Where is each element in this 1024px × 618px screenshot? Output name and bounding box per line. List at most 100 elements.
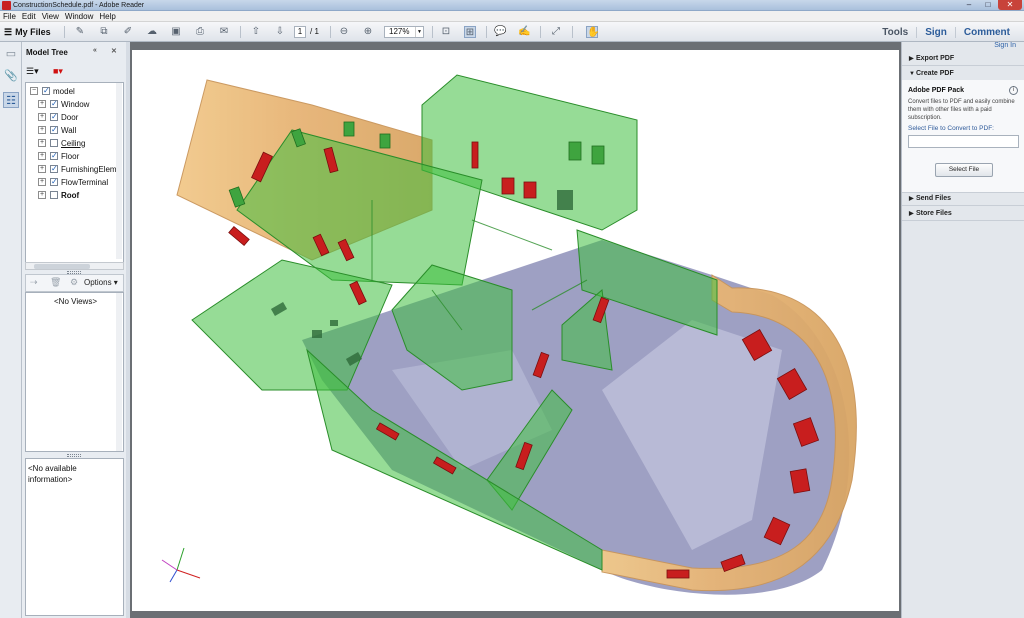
model-tree-icon[interactable]: ☷: [3, 92, 19, 108]
zoom-out-icon[interactable]: ⊖: [338, 26, 350, 38]
checkbox-roof[interactable]: [50, 191, 58, 199]
window: [379, 133, 391, 149]
window: [228, 225, 250, 247]
highlight-icon[interactable]: ✍: [518, 26, 530, 38]
color-picker-icon[interactable]: ■▾: [53, 66, 63, 77]
checkbox-model[interactable]: ✓: [42, 87, 50, 95]
create-pdf-icon[interactable]: ✎: [74, 26, 86, 38]
send-files-section[interactable]: ▶ Send Files: [902, 192, 1024, 206]
cloud-icon[interactable]: ☁: [146, 26, 158, 38]
views-vertical-scrollbar[interactable]: [116, 293, 122, 451]
card-title: Adobe PDF Pack: [908, 87, 965, 94]
maximize-icon[interactable]: □: [979, 0, 997, 10]
close-icon[interactable]: ✕: [998, 0, 1022, 10]
sign-in-link[interactable]: Sign In: [994, 42, 1016, 49]
model-tree-header: Model Tree « ✕: [23, 42, 126, 62]
store-files-section[interactable]: ▶ Store Files: [902, 207, 1024, 221]
comment-icon[interactable]: 💬: [494, 26, 506, 38]
pane-resize-grip[interactable]: [67, 454, 81, 457]
pdf-pack-card: Adobe PDF Pack i Convert files to PDF an…: [902, 80, 1024, 193]
print-icon[interactable]: ⎙: [194, 26, 206, 38]
tree-item-window[interactable]: + ✓ Window: [38, 98, 89, 110]
menu-view[interactable]: View: [42, 11, 59, 21]
window-title: ConstructionSchedule.pdf - Adobe Reader: [13, 2, 145, 9]
checkbox-ceiling[interactable]: [50, 139, 58, 147]
select-file-button[interactable]: Select File: [935, 163, 993, 177]
tree-item-wall[interactable]: + ✓ Wall: [38, 124, 76, 136]
tree-item-flowterminal[interactable]: + ✓ FlowTerminal: [38, 176, 108, 188]
file-field[interactable]: [908, 135, 1019, 148]
window: [591, 145, 605, 165]
create-pdf-section[interactable]: ▼Create PDF: [902, 67, 1024, 81]
expand-icon[interactable]: +: [38, 113, 46, 121]
zoom-select[interactable]: 127% ▼: [384, 26, 424, 38]
delete-view-icon[interactable]: 🗑: [50, 277, 61, 288]
page-number-input[interactable]: 1: [294, 26, 306, 38]
toolbar-separator: [64, 26, 65, 38]
hamburger-icon: ☰: [4, 26, 13, 37]
checkbox-floor[interactable]: ✓: [50, 152, 58, 160]
tools-tab[interactable]: Tools: [874, 27, 916, 38]
attachments-icon[interactable]: 📎: [3, 68, 19, 84]
combine-icon[interactable]: ⧉: [98, 26, 110, 38]
comment-tab[interactable]: Comment: [954, 26, 1018, 38]
add-view-icon[interactable]: ⇢: [30, 277, 38, 288]
minimize-icon[interactable]: –: [960, 0, 978, 10]
chevron-down-icon: ▼: [909, 71, 915, 77]
close-panel-icon[interactable]: ✕: [111, 47, 117, 55]
expand-icon[interactable]: +: [38, 191, 46, 199]
info-icon[interactable]: i: [1009, 86, 1018, 95]
tree-vertical-scrollbar[interactable]: [116, 83, 122, 259]
fit-page-icon[interactable]: ⊡: [440, 26, 452, 38]
menu-file[interactable]: File: [3, 11, 16, 21]
chevron-down-icon[interactable]: ▼: [415, 27, 423, 37]
previous-page-icon[interactable]: ⇧: [250, 26, 262, 38]
next-page-icon[interactable]: ⇩: [274, 26, 286, 38]
checkbox-door[interactable]: ✓: [50, 113, 58, 121]
expand-icon[interactable]: +: [38, 139, 46, 147]
hand-tool-icon[interactable]: ✋: [586, 26, 599, 38]
tree-item-floor[interactable]: + ✓ Floor: [38, 150, 79, 162]
checkbox-wall[interactable]: ✓: [50, 126, 58, 134]
scrollbar-thumb[interactable]: [34, 264, 90, 269]
email-icon[interactable]: ✉: [218, 26, 230, 38]
furnishing: [330, 320, 338, 326]
sign-tab[interactable]: Sign: [916, 26, 955, 38]
checkbox-furnishing[interactable]: ✓: [50, 165, 58, 173]
tree-options-icon[interactable]: ☰▾: [26, 66, 39, 77]
checkbox-window[interactable]: ✓: [50, 100, 58, 108]
expand-icon[interactable]: +: [38, 126, 46, 134]
menu-help[interactable]: Help: [99, 11, 115, 21]
expand-icon[interactable]: +: [38, 178, 46, 186]
tree-item-roof[interactable]: + Roof: [38, 189, 79, 201]
fit-width-icon[interactable]: ⊞: [464, 26, 476, 38]
menu-edit[interactable]: Edit: [22, 11, 36, 21]
collapse-panel-icon[interactable]: «: [93, 47, 97, 54]
collapse-icon[interactable]: −: [30, 87, 38, 95]
3d-building-model[interactable]: [132, 50, 899, 611]
export-pdf-section[interactable]: ▶ Export PDF: [902, 52, 1024, 66]
tree-item-model[interactable]: − ✓ model: [30, 85, 75, 97]
my-files-button[interactable]: ☰ My Files: [4, 25, 51, 39]
no-info-message: <No available information>: [28, 464, 77, 484]
expand-icon[interactable]: ⤢: [550, 26, 562, 38]
view-settings-icon[interactable]: ⚙: [70, 277, 78, 288]
tree-item-label: FurnishingElem: [61, 164, 117, 174]
expand-icon[interactable]: +: [38, 152, 46, 160]
tree-item-furnishing[interactable]: + ✓ FurnishingElem: [38, 163, 117, 175]
save-icon[interactable]: ▣: [170, 26, 182, 38]
menu-bar: File Edit View Window Help: [0, 11, 1024, 22]
model-tree-panel: Model Tree « ✕ ☰▾ ■▾ − ✓ model + ✓ Windo…: [23, 42, 126, 618]
tree-item-label: Door: [61, 112, 79, 122]
edit-icon[interactable]: ✐: [122, 26, 134, 38]
views-options-menu[interactable]: Options ▾: [84, 278, 118, 287]
expand-icon[interactable]: +: [38, 100, 46, 108]
page-thumbnails-icon[interactable]: ▭: [3, 46, 19, 62]
tree-item-door[interactable]: + ✓ Door: [38, 111, 78, 123]
tree-horizontal-scrollbar[interactable]: [25, 262, 124, 270]
expand-icon[interactable]: +: [38, 165, 46, 173]
menu-window[interactable]: Window: [65, 11, 93, 21]
tree-item-ceiling[interactable]: + Ceiling: [38, 137, 85, 149]
zoom-in-icon[interactable]: ⊕: [362, 26, 374, 38]
checkbox-flowterminal[interactable]: ✓: [50, 178, 58, 186]
